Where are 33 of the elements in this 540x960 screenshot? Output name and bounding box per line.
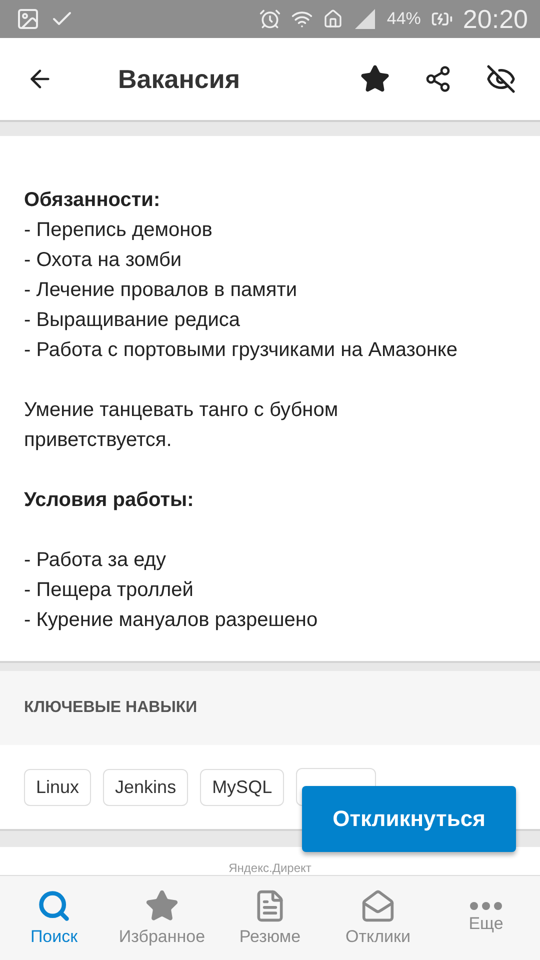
list-item: - Работа с портовыми грузчиками на Амазонке	[24, 338, 458, 363]
envelope-icon	[361, 889, 395, 923]
battery-percent: 44%	[386, 9, 421, 29]
list-item: - Выращивание редиса	[24, 308, 240, 333]
section-heading: Условия работы:	[24, 488, 194, 513]
list-item: - Курение мануалов разрешено	[24, 608, 318, 633]
star-icon	[145, 889, 179, 923]
list-item: - Перепись демонов	[24, 218, 212, 243]
search-icon	[37, 889, 71, 923]
more-icon	[470, 902, 502, 910]
list-item: - Работа за еду	[24, 548, 166, 573]
list-item: - Пещера троллей	[24, 578, 194, 603]
nav-tab[interactable]: Избранное	[108, 876, 216, 960]
nav-tab[interactable]: Поиск	[0, 876, 108, 960]
image-icon	[16, 7, 40, 31]
skill-tag: Linux	[24, 768, 92, 806]
list-item: - Лечение провалов в памяти	[24, 278, 298, 303]
ad-label: Яндекс.Директ	[228, 861, 312, 875]
home-icon	[322, 9, 343, 29]
alarm-icon	[258, 8, 281, 30]
nav-tab[interactable]: Еще	[432, 876, 540, 960]
screen-title: Вакансия	[118, 64, 240, 94]
signal-icon	[352, 7, 377, 31]
section-heading: Обязанности:	[24, 188, 160, 213]
nav-tab[interactable]: Резюме	[216, 876, 324, 960]
list-item: - Охота на зомби	[24, 248, 182, 273]
apply-button[interactable]: Откликнуться	[302, 786, 516, 852]
paragraph: Умение танцевать танго с бубном приветствуется.	[24, 398, 340, 453]
skill-tag: Jenkins	[103, 768, 188, 806]
skill-tag: MySQL	[200, 768, 284, 806]
nav-tab[interactable]: Отклики	[324, 876, 432, 960]
section-title: КЛЮЧЕВЫЕ НАВЫКИ	[24, 699, 198, 717]
clock: 20:20	[462, 4, 528, 34]
